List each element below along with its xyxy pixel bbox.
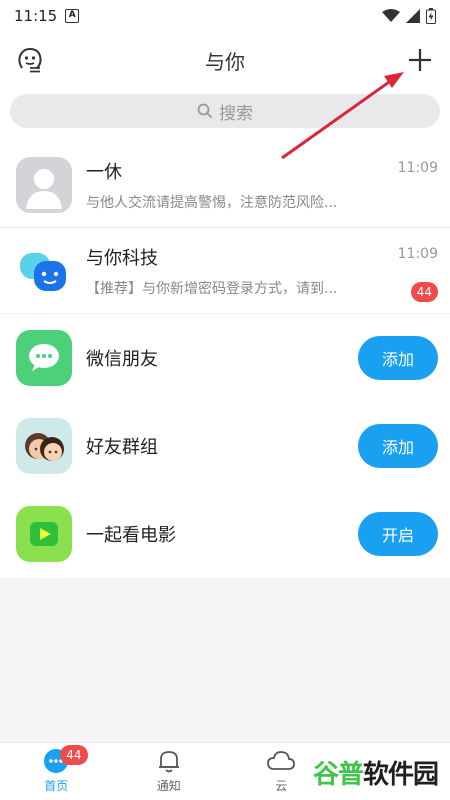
status-time: 11:15	[14, 7, 58, 25]
watermark-logo: 谷普 软件园	[308, 750, 442, 794]
tab-label: 云	[275, 779, 288, 793]
search-placeholder: 搜索	[219, 103, 253, 124]
chat-row-yuni-tech[interactable]: 与你科技 【推荐】与你新增密码登录方式，请到... 11:09 44	[0, 228, 450, 314]
movie-play-icon	[16, 506, 72, 562]
status-app-icon: A	[65, 9, 80, 23]
chat-time: 11:09	[397, 246, 438, 262]
watermark-part1: 谷普	[312, 759, 364, 790]
tab-home-badge: 44	[60, 745, 88, 765]
bell-icon	[154, 747, 184, 775]
search-icon	[197, 103, 213, 119]
tab-notifications[interactable]: 通知	[113, 743, 226, 800]
feature-row-friend-group: 好友群组 添加	[0, 402, 450, 490]
chat-time: 11:09	[397, 160, 438, 176]
unread-badge: 44	[410, 282, 438, 302]
start-watch-movie-button[interactable]: 开启	[358, 512, 438, 556]
feature-row-wechat-friends: 微信朋友 添加	[0, 314, 450, 402]
chat-row-yixiu[interactable]: 一休 与他人交流请提高警惕，注意防范风险... 11:09	[0, 142, 450, 228]
page-title: 与你	[205, 49, 245, 74]
search-container: 搜索	[0, 88, 450, 142]
add-wechat-friends-button[interactable]: 添加	[358, 336, 438, 380]
chat-preview: 【推荐】与你新增密码登录方式，请到...	[86, 280, 338, 297]
battery-icon	[426, 8, 436, 24]
cloud-icon	[266, 747, 296, 775]
add-button[interactable]	[404, 44, 436, 76]
feature-name: 一起看电影	[86, 525, 176, 546]
default-user-avatar	[16, 156, 72, 213]
nav-bar: 与你	[0, 32, 450, 88]
feature-name: 好友群组	[86, 437, 158, 458]
conversation-list: 一休 与他人交流请提高警惕，注意防范风险... 11:09 与你科技 【推荐】与…	[0, 142, 450, 578]
wifi-icon	[382, 9, 400, 22]
wechat-icon	[16, 330, 72, 386]
friend-group-icon	[16, 418, 72, 474]
feature-name: 微信朋友	[86, 349, 158, 370]
add-friend-group-button[interactable]: 添加	[358, 424, 438, 468]
chat-name: 与你科技	[86, 247, 158, 269]
chat-name: 一休	[86, 161, 122, 183]
contacts-button[interactable]	[14, 44, 46, 76]
chat-preview: 与他人交流请提高警惕，注意防范风险...	[86, 194, 338, 211]
tab-home[interactable]: 44 首页	[0, 743, 113, 800]
yuni-tech-logo	[16, 242, 72, 299]
status-bar: 11:15 A	[0, 0, 450, 32]
tab-label: 首页	[44, 779, 69, 793]
search-input[interactable]: 搜索	[10, 94, 440, 128]
feature-row-watch-movie: 一起看电影 开启	[0, 490, 450, 578]
watermark-part2: 软件园	[362, 759, 439, 790]
tab-label: 通知	[156, 779, 181, 793]
signal-icon	[406, 9, 420, 23]
contacts-face-icon	[18, 47, 42, 73]
plus-icon	[409, 49, 431, 71]
